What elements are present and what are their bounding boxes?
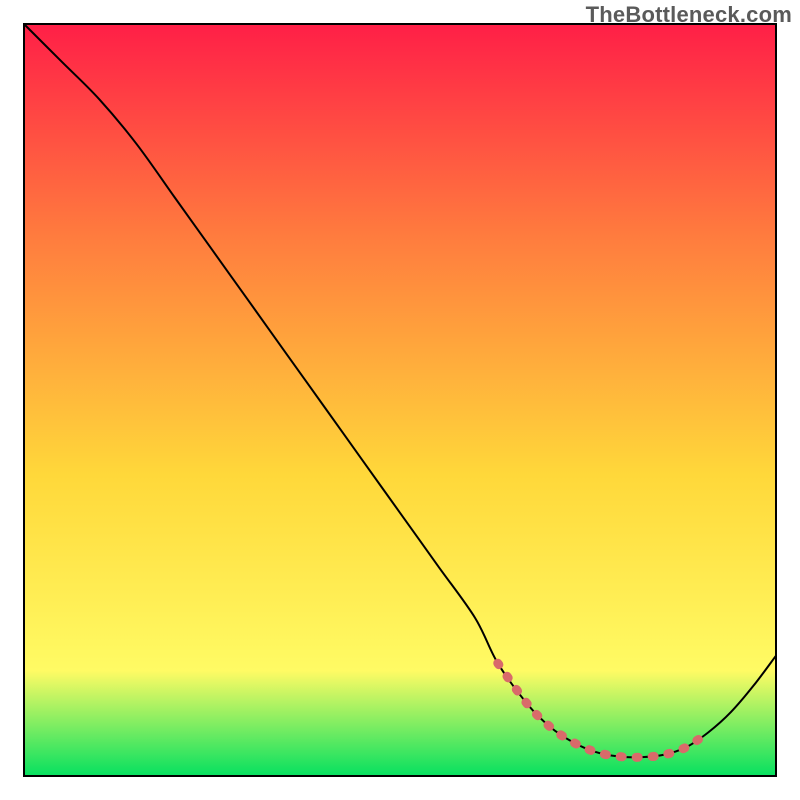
chart-container: { "watermark": "TheBottleneck.com", "col… [0, 0, 800, 800]
plot-background [24, 24, 776, 776]
watermark-label: TheBottleneck.com [586, 2, 792, 28]
bottleneck-chart [0, 0, 800, 800]
